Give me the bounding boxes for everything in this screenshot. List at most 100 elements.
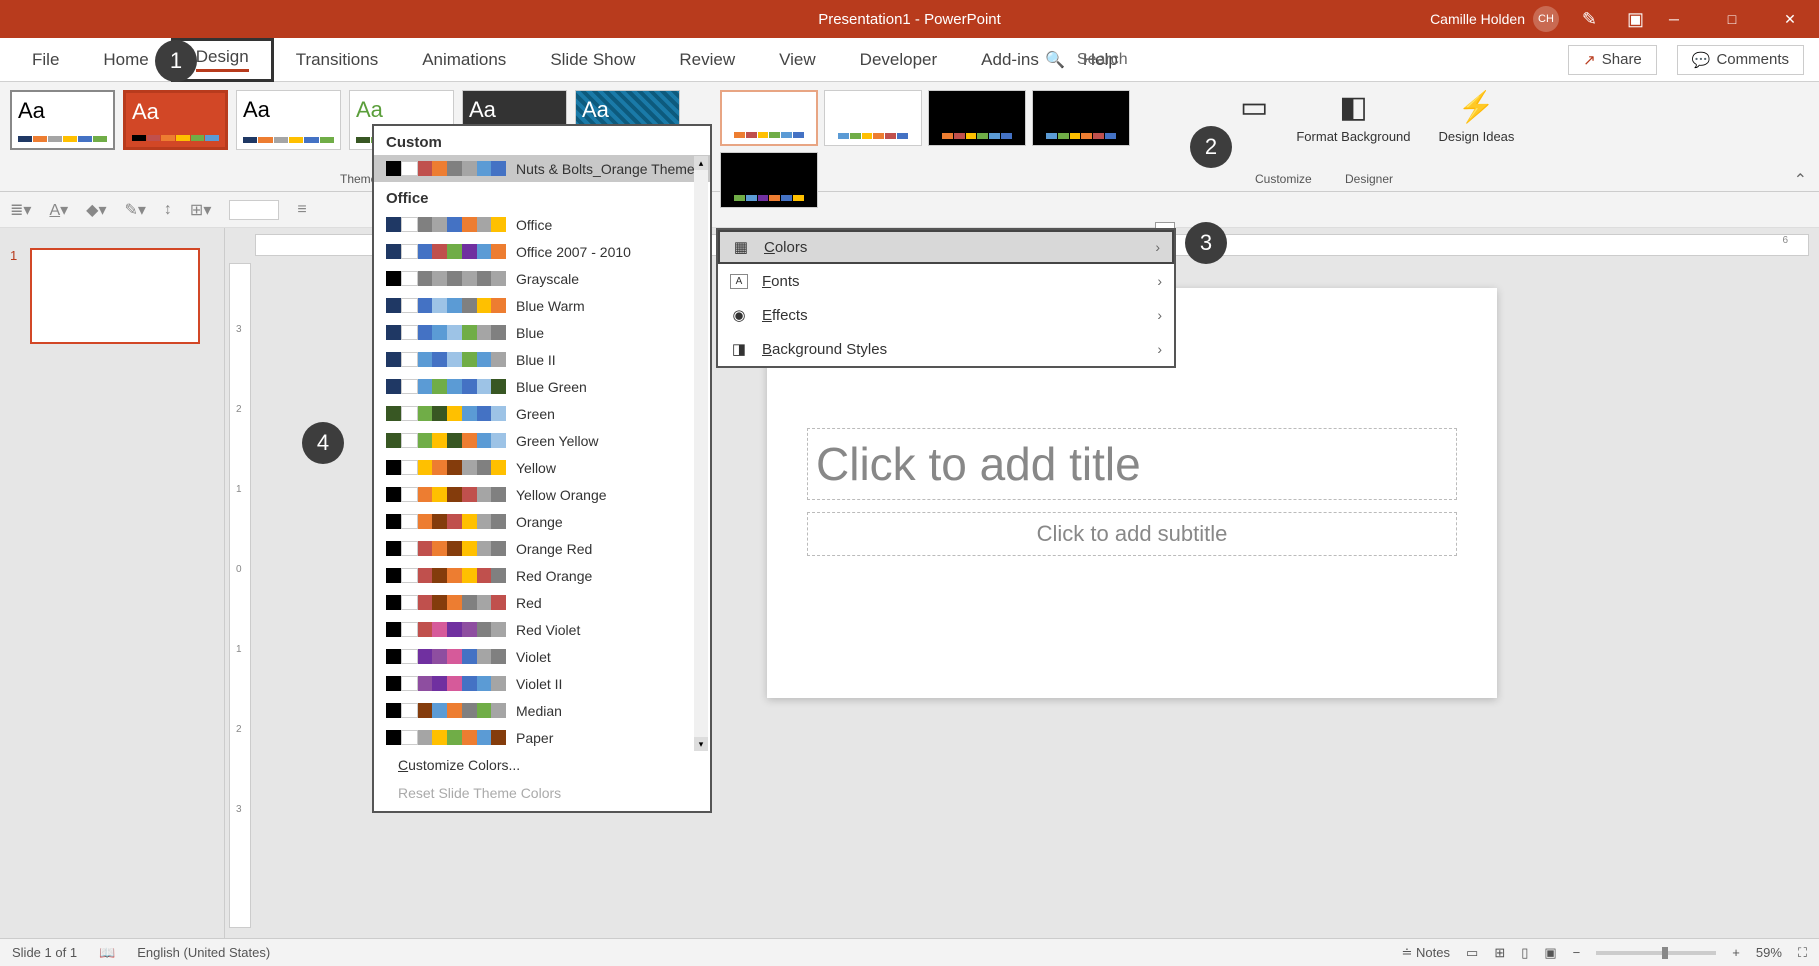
notes-button[interactable]: ≐ Notes xyxy=(1402,945,1450,961)
scroll-up-icon[interactable]: ▴ xyxy=(694,156,708,170)
normal-view-icon[interactable]: ▭ xyxy=(1466,945,1478,961)
user-avatar[interactable]: CH xyxy=(1533,6,1559,32)
menu-item-effects[interactable]: ◉ Effects › xyxy=(718,298,1174,332)
variant-thumb[interactable] xyxy=(1032,90,1130,146)
slideshow-view-icon[interactable]: ▣ xyxy=(1544,945,1556,961)
color-scheme-item[interactable]: Yellow xyxy=(374,454,710,481)
minimize-button[interactable]: ─ xyxy=(1645,0,1703,38)
align-icon[interactable]: ≣▾ xyxy=(10,200,31,220)
search-area[interactable]: 🔍 Search xyxy=(1045,50,1128,70)
color-scheme-item[interactable]: Blue Warm xyxy=(374,292,710,319)
variant-thumb[interactable] xyxy=(720,152,818,208)
menu-item-background-styles[interactable]: ◨ Background Styles › xyxy=(718,332,1174,366)
color-scheme-item[interactable]: Yellow Orange xyxy=(374,481,710,508)
color-scheme-item[interactable]: Red xyxy=(374,589,710,616)
color-scheme-item[interactable]: Orange xyxy=(374,508,710,535)
color-scheme-item[interactable]: Paper xyxy=(374,724,710,751)
slide-info: Slide 1 of 1 xyxy=(12,945,77,960)
menu-item-fonts[interactable]: A Fonts › xyxy=(718,264,1174,298)
reading-view-icon[interactable]: ▯ xyxy=(1521,945,1528,961)
collapse-ribbon-button[interactable]: ⌃ xyxy=(1794,170,1807,190)
user-area[interactable]: Camille Holden CH xyxy=(1430,6,1559,32)
color-scheme-label: Red Violet xyxy=(516,622,580,638)
customize-colors-button[interactable]: Customize Colors... xyxy=(374,751,710,779)
color-scheme-item[interactable]: Orange Red xyxy=(374,535,710,562)
fill-color-icon[interactable]: ◆▾ xyxy=(86,200,106,220)
chevron-right-icon: › xyxy=(1157,341,1162,357)
format-background-button[interactable]: ◧Format Background xyxy=(1296,90,1410,144)
design-ideas-icon: ⚡ xyxy=(1458,90,1495,125)
scroll-down-icon[interactable]: ▾ xyxy=(694,737,708,751)
flyout-scrollbar[interactable]: ▴ ▾ xyxy=(694,156,708,751)
menu-item-label: Fonts xyxy=(762,273,800,290)
sort-icon[interactable]: ↕ xyxy=(164,201,172,219)
color-scheme-label: Orange Red xyxy=(516,541,592,557)
maximize-button[interactable]: □ xyxy=(1703,0,1761,38)
variant-thumb[interactable] xyxy=(928,90,1026,146)
tab-review[interactable]: Review xyxy=(657,38,757,82)
ribbon-content: Aa Aa Aa Aa Aa Aa Theme ▾ ▭ ◧Format Back… xyxy=(0,82,1819,192)
font-color-icon[interactable]: A▾ xyxy=(49,200,68,220)
ruler-tick: 3 xyxy=(236,804,242,815)
vertical-ruler: 3 2 1 0 1 2 3 xyxy=(229,263,251,928)
titlebar-tools: ✎ ▣ xyxy=(1582,9,1644,30)
color-scheme-item[interactable]: Violet II xyxy=(374,670,710,697)
tab-transitions[interactable]: Transitions xyxy=(274,38,401,82)
color-scheme-item[interactable]: Red Violet xyxy=(374,616,710,643)
theme-thumb[interactable]: Aa xyxy=(123,90,228,150)
color-scheme-item[interactable]: Office 2007 - 2010 xyxy=(374,238,710,265)
tab-slide-show[interactable]: Slide Show xyxy=(528,38,657,82)
color-scheme-item[interactable]: Nuts & Bolts_Orange Theme xyxy=(374,155,710,182)
spell-check-icon[interactable]: 📖 xyxy=(99,945,115,961)
variant-thumb[interactable] xyxy=(720,90,818,146)
language-label[interactable]: English (United States) xyxy=(137,945,270,960)
color-scheme-item[interactable]: Blue xyxy=(374,319,710,346)
design-ideas-button[interactable]: ⚡Design Ideas xyxy=(1439,90,1515,144)
zoom-percent[interactable]: 59% xyxy=(1756,945,1782,960)
theme-thumb[interactable]: Aa xyxy=(236,90,341,150)
color-scheme-item[interactable]: Blue Green xyxy=(374,373,710,400)
menu-item-colors[interactable]: ▦ Colors › xyxy=(718,230,1174,264)
color-scheme-item[interactable]: Green Yellow xyxy=(374,427,710,454)
pen-icon[interactable]: ✎ xyxy=(1582,9,1597,30)
fit-to-window-icon[interactable]: ⛶ xyxy=(1798,945,1807,961)
zoom-slider[interactable] xyxy=(1596,951,1716,955)
color-scheme-item[interactable]: Red Orange xyxy=(374,562,710,589)
color-scheme-label: Paper xyxy=(516,730,553,746)
theme-thumb[interactable]: Aa xyxy=(10,90,115,150)
tab-file[interactable]: File xyxy=(10,38,81,82)
color-scheme-label: Blue Warm xyxy=(516,298,585,314)
color-scheme-item[interactable]: Grayscale xyxy=(374,265,710,292)
slide-thumbnail[interactable] xyxy=(30,248,200,344)
ruler-tick: 1 xyxy=(236,644,242,655)
tab-view[interactable]: View xyxy=(757,38,838,82)
designer-group-label: Designer xyxy=(1345,172,1393,186)
title-placeholder[interactable]: Click to add title xyxy=(807,428,1457,500)
display-mode-icon[interactable]: ▣ xyxy=(1627,9,1644,30)
slide-size-button[interactable]: ▭ xyxy=(1240,90,1268,125)
tab-developer[interactable]: Developer xyxy=(838,38,960,82)
variant-thumb[interactable] xyxy=(824,90,922,146)
share-button[interactable]: ↗Share xyxy=(1568,45,1657,75)
variants-submenu: ▦ Colors › A Fonts › ◉ Effects › ◨ Backg… xyxy=(716,228,1176,368)
color-scheme-item[interactable]: Median xyxy=(374,697,710,724)
zoom-in-button[interactable]: + xyxy=(1732,945,1740,960)
style-box[interactable] xyxy=(229,200,279,220)
zoom-out-button[interactable]: − xyxy=(1573,945,1581,960)
sorter-view-icon[interactable]: ⊞ xyxy=(1494,945,1505,961)
arrange-icon[interactable]: ⊞▾ xyxy=(190,200,211,220)
tab-animations[interactable]: Animations xyxy=(400,38,528,82)
color-scheme-label: Orange xyxy=(516,514,563,530)
flyout-header-custom: Custom xyxy=(374,126,710,155)
list-icon[interactable]: ≡ xyxy=(297,201,306,219)
color-scheme-item[interactable]: Violet xyxy=(374,643,710,670)
color-scheme-item[interactable]: Office xyxy=(374,211,710,238)
subtitle-placeholder[interactable]: Click to add subtitle xyxy=(807,512,1457,556)
close-button[interactable]: ✕ xyxy=(1761,0,1819,38)
comments-button[interactable]: 💬Comments xyxy=(1677,45,1804,75)
reset-colors-button: Reset Slide Theme Colors xyxy=(374,779,710,807)
color-scheme-label: Office xyxy=(516,217,552,233)
color-scheme-item[interactable]: Green xyxy=(374,400,710,427)
outline-icon[interactable]: ✎▾ xyxy=(124,200,145,220)
color-scheme-item[interactable]: Blue II xyxy=(374,346,710,373)
